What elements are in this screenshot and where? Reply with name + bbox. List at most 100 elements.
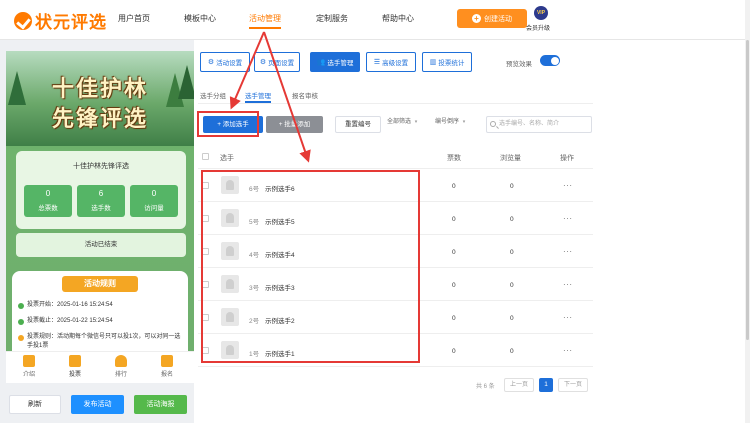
gear-icon: ⚙ [207, 59, 215, 66]
stat-label: 选手数 [91, 205, 111, 212]
sort-dropdown[interactable]: 编号倒序 ▾ [435, 116, 465, 133]
player-votes: 0 [452, 315, 456, 322]
stat-player-count: 6 选手数 [77, 185, 125, 217]
logo-text: 状元评选 [35, 13, 107, 32]
more-actions-icon[interactable]: ··· [563, 214, 573, 223]
row-divider [198, 366, 593, 367]
search-placeholder: 选手编号、名称、简介 [499, 121, 560, 127]
activity-poster-button[interactable]: 活动海报 [134, 395, 187, 414]
dropdown-label: 编号倒序 [435, 119, 460, 125]
page-settings-button[interactable]: ⚙ 页面设置 [254, 52, 300, 72]
preview-tabbar: 介绍 投票 排行 报名 [6, 351, 194, 383]
intro-icon [23, 355, 35, 367]
player-views: 0 [510, 249, 514, 256]
signup-icon [161, 355, 173, 367]
header-ops: 操作 [560, 155, 574, 162]
button-label: 页面设置 [268, 60, 295, 67]
more-actions-icon[interactable]: ··· [563, 313, 573, 322]
header-player: 选手 [220, 155, 234, 162]
preview-banner: 十佳护林 先锋评选 [6, 51, 194, 146]
tab-ranking[interactable]: 排行 [106, 355, 136, 378]
chevron-down-icon: ▾ [414, 119, 418, 125]
main-panel: ⚙ 活动设置 ⚙ 页面设置 👥 选手管理 ☰ 高级设置 ▥ 投票统计 预览效果 … [194, 40, 745, 423]
rule-start: 投票开始：2025-01-16 15:24:54 [18, 301, 186, 310]
pagination-total: 共 6 条 [476, 384, 495, 390]
create-activity-button[interactable]: + 创建活动 [457, 9, 527, 28]
users-icon: 👥 [316, 59, 326, 66]
more-actions-icon[interactable]: ··· [563, 346, 573, 355]
logo[interactable]: 状元评选 [14, 8, 107, 33]
nav-templates[interactable]: 模板中心 [184, 13, 216, 24]
banner-title-line1: 十佳护林 [51, 76, 148, 101]
vip-icon[interactable]: VIP [534, 6, 548, 20]
nav-help[interactable]: 帮助中心 [382, 13, 414, 24]
preview-effect-toggle[interactable] [540, 55, 560, 66]
nav-custom-service[interactable]: 定制服务 [316, 13, 348, 24]
stat-label: 总票数 [38, 205, 58, 212]
player-views: 0 [510, 282, 514, 289]
create-activity-label: 创建活动 [484, 15, 512, 23]
player-views: 0 [510, 183, 514, 190]
search-input[interactable]: 选手编号、名称、简介 [486, 116, 592, 133]
nav-activity-management[interactable]: 活动管理 [249, 13, 281, 29]
activity-status: 活动已结束 [16, 233, 186, 257]
activity-settings-button[interactable]: ⚙ 活动设置 [200, 52, 250, 72]
tab-player-management[interactable]: 选手管理 [245, 90, 271, 103]
tab-signup[interactable]: 报名 [152, 355, 182, 378]
vote-icon [69, 355, 81, 367]
stat-visits: 0 访问量 [130, 185, 178, 217]
next-page-button[interactable]: 下一页 [558, 378, 588, 392]
player-views: 0 [510, 348, 514, 355]
button-label: 选手管理 [327, 60, 354, 67]
tab-divider [198, 103, 593, 104]
tab-label: 报名 [160, 372, 173, 378]
rule-voting: 投票规则：活动期每个微信号只可以投1次，可以对同一选手投1票 [18, 333, 186, 351]
add-player-highlight [197, 111, 259, 137]
player-management-button[interactable]: 👥 选手管理 [310, 52, 360, 72]
page-1-button[interactable]: 1 [539, 378, 553, 392]
tab-signup-review[interactable]: 报名审核 [292, 90, 318, 100]
rule-text: 投票规则：活动期每个微信号只可以投1次，可以对同一选手投1票 [27, 334, 181, 349]
scrollbar-thumb[interactable] [746, 40, 749, 340]
rule-text: 投票截止：2025-01-22 15:24:54 [27, 318, 113, 324]
player-votes: 0 [452, 249, 456, 256]
filter-dropdown[interactable]: 全部筛选 ▾ [387, 116, 417, 133]
player-votes: 0 [452, 348, 456, 355]
tab-vote[interactable]: 投票 [60, 355, 90, 378]
player-votes: 0 [452, 282, 456, 289]
rule-text: 投票开始：2025-01-16 15:24:54 [27, 302, 113, 308]
stat-value: 6 [98, 189, 104, 198]
search-icon [490, 121, 496, 127]
tab-label: 介绍 [22, 372, 35, 378]
tab-label: 投票 [68, 372, 81, 378]
prev-page-button[interactable]: 上一页 [504, 378, 534, 392]
tab-player-groups[interactable]: 选手分组 [200, 90, 226, 100]
refresh-button[interactable]: 刷新 [9, 395, 61, 414]
publish-activity-button[interactable]: 发布活动 [71, 395, 124, 414]
vote-statistics-button[interactable]: ▥ 投票统计 [422, 52, 472, 72]
rule-end: 投票截止：2025-01-22 15:24:54 [18, 317, 186, 326]
more-actions-icon[interactable]: ··· [563, 181, 573, 190]
tab-label: 排行 [114, 372, 127, 378]
header-votes: 票数 [447, 155, 461, 162]
chevron-down-icon: ▾ [462, 119, 466, 125]
reset-number-button[interactable]: 重置编号 [335, 116, 381, 133]
dropdown-label: 全部筛选 [387, 119, 412, 125]
nav-home[interactable]: 用户首页 [118, 13, 150, 24]
banner-title-line2: 先锋评选 [51, 106, 148, 131]
plus-icon: + [472, 14, 481, 23]
preview-effect-label: 预览效果 [506, 61, 532, 68]
advanced-settings-button[interactable]: ☰ 高级设置 [366, 52, 416, 72]
rules-title: 活动规则 [62, 276, 138, 292]
vip-upgrade-label[interactable]: 会员升级 [526, 23, 550, 32]
tab-intro[interactable]: 介绍 [14, 355, 44, 378]
more-actions-icon[interactable]: ··· [563, 280, 573, 289]
stats-card: 十佳护林先锋评选 0 总票数 6 选手数 0 访问量 [16, 151, 186, 229]
select-all-checkbox[interactable] [202, 153, 209, 160]
batch-add-button[interactable]: + 批量添加 [266, 116, 323, 133]
trophy-icon [115, 355, 127, 367]
sliders-icon: ☰ [373, 59, 381, 66]
player-votes: 0 [452, 183, 456, 190]
stat-value: 0 [151, 189, 157, 198]
more-actions-icon[interactable]: ··· [563, 247, 573, 256]
